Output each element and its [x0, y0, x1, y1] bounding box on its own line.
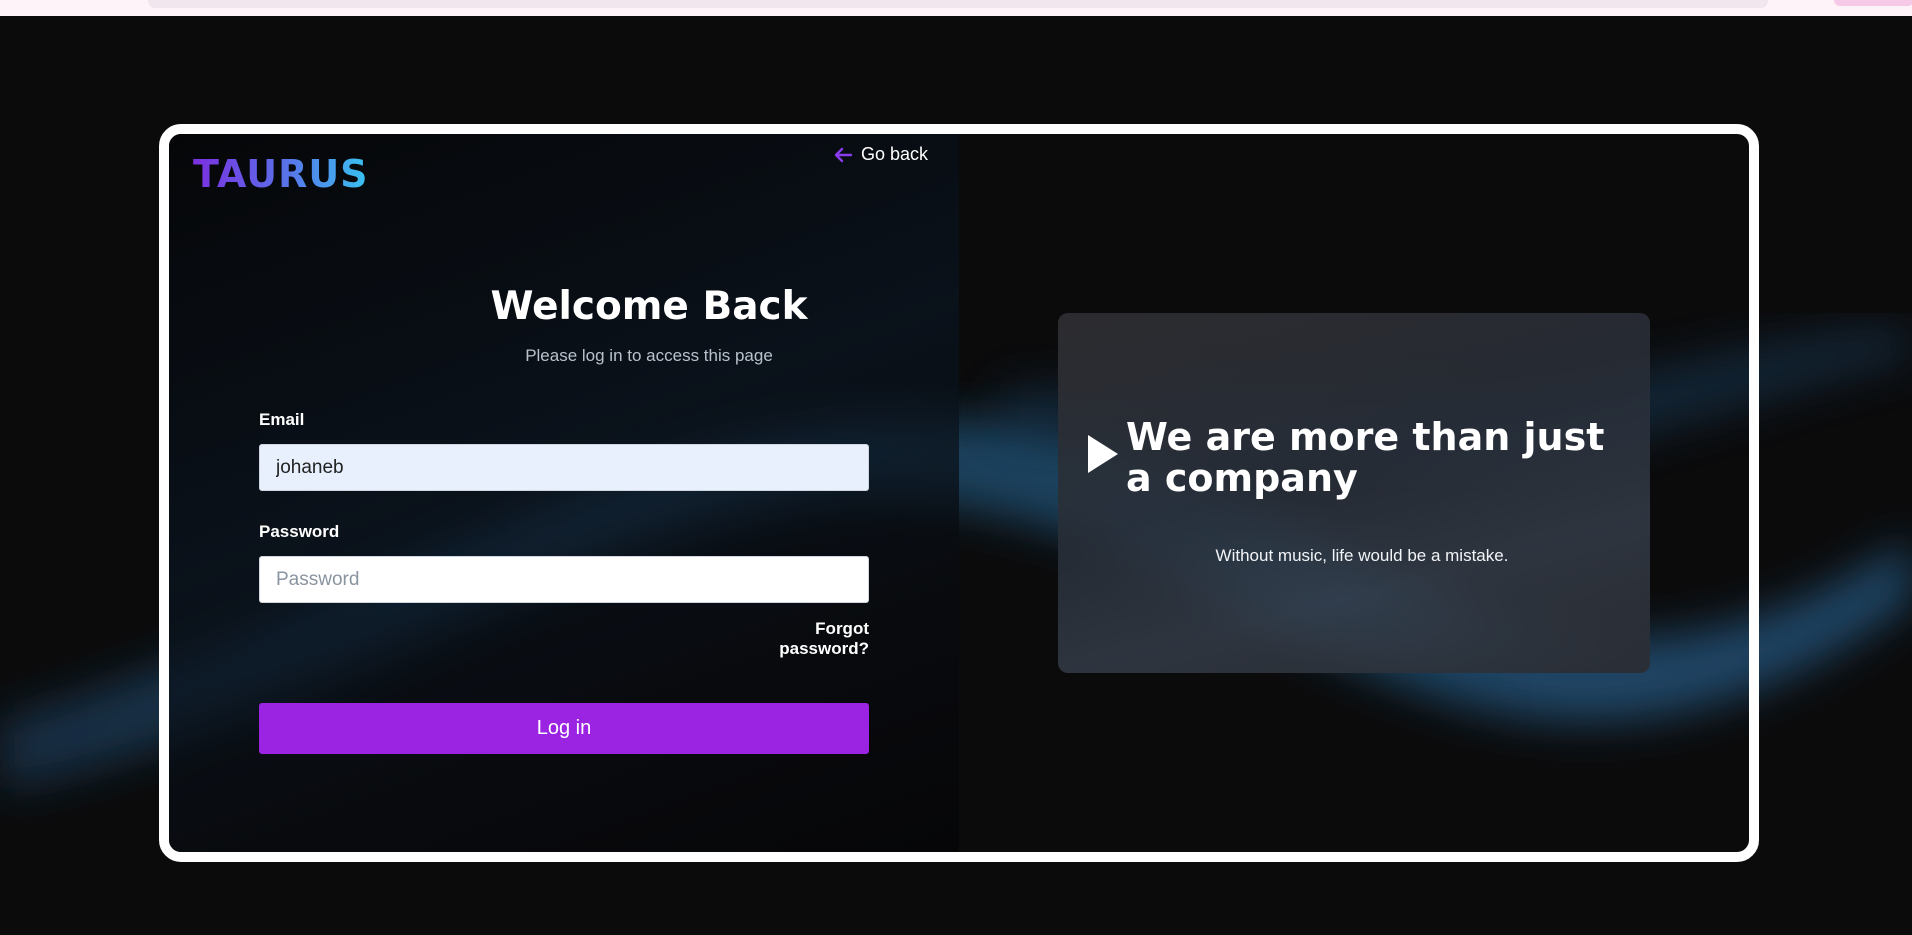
promo-heading: We are more than just a company [1126, 415, 1605, 500]
taurus-logo[interactable]: TAURUS [193, 152, 369, 196]
login-button[interactable]: Log in [259, 703, 869, 754]
promo-card: We are more than just a company Without … [1058, 313, 1650, 673]
browser-top-strip [0, 0, 1912, 16]
page-title: Welcome Back [490, 284, 808, 329]
login-frame: TAURUS Go back Welcome Back Please log i… [159, 124, 1759, 862]
address-bar[interactable] [148, 0, 1768, 8]
email-label: Email [259, 410, 305, 429]
password-field[interactable] [259, 556, 869, 603]
play-icon[interactable] [1088, 435, 1118, 473]
password-label: Password [259, 522, 340, 541]
go-back-link[interactable]: Go back [833, 144, 928, 165]
email-field[interactable] [259, 444, 869, 491]
forgot-password-link[interactable]: Forgot password? [729, 619, 869, 659]
page-subtitle: Please log in to access this page [525, 346, 773, 365]
go-back-label: Go back [861, 144, 929, 164]
arrow-left-icon [833, 147, 853, 163]
login-page: TAURUS Go back Welcome Back Please log i… [0, 0, 1912, 935]
promo-quote: Without music, life would be a mistake. [1215, 546, 1509, 565]
browser-action-button[interactable] [1834, 0, 1912, 6]
